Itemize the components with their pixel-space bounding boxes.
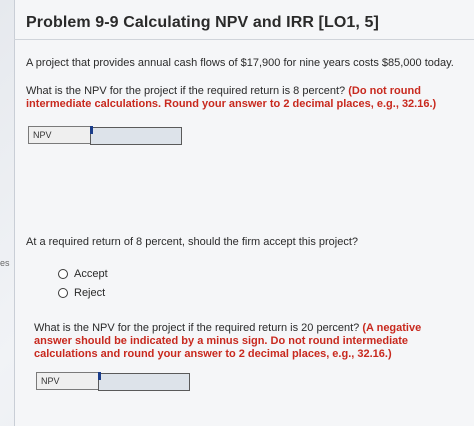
question-1-prompt: What is the NPV for the project if the r… xyxy=(26,85,346,97)
reject-option[interactable]: Reject xyxy=(58,287,105,299)
question-2-text: At a required return of 8 percent, shoul… xyxy=(26,236,359,248)
npv-8-input-wrap xyxy=(90,126,182,145)
input-focus-marker xyxy=(90,126,93,134)
question-3-text: What is the NPV for the project if the r… xyxy=(34,322,452,361)
npv-8-input[interactable] xyxy=(90,127,182,145)
question-3-prompt: What is the NPV for the project if the r… xyxy=(34,322,360,334)
accept-radio[interactable] xyxy=(58,269,68,279)
npv-20-label: NPV xyxy=(36,372,98,390)
problem-intro: A project that provides annual cash flow… xyxy=(26,57,454,69)
reject-radio[interactable] xyxy=(58,288,68,298)
reject-label: Reject xyxy=(74,287,106,299)
question-1-text: What is the NPV for the project if the r… xyxy=(26,85,464,111)
npv-8-label: NPV xyxy=(28,126,90,144)
npv-8-answer-row: NPV xyxy=(28,126,182,145)
problem-title: Problem 9-9 Calculating NPV and IRR [LO1… xyxy=(26,14,379,31)
npv-20-input-wrap xyxy=(98,372,190,391)
accept-option[interactable]: Accept xyxy=(58,268,108,280)
title-divider xyxy=(14,39,474,40)
left-edge-cutoff-text: es xyxy=(0,258,10,268)
accept-label: Accept xyxy=(74,268,108,280)
input-focus-marker xyxy=(98,372,101,380)
npv-20-answer-row: NPV xyxy=(36,372,190,391)
npv-20-input[interactable] xyxy=(98,373,190,391)
